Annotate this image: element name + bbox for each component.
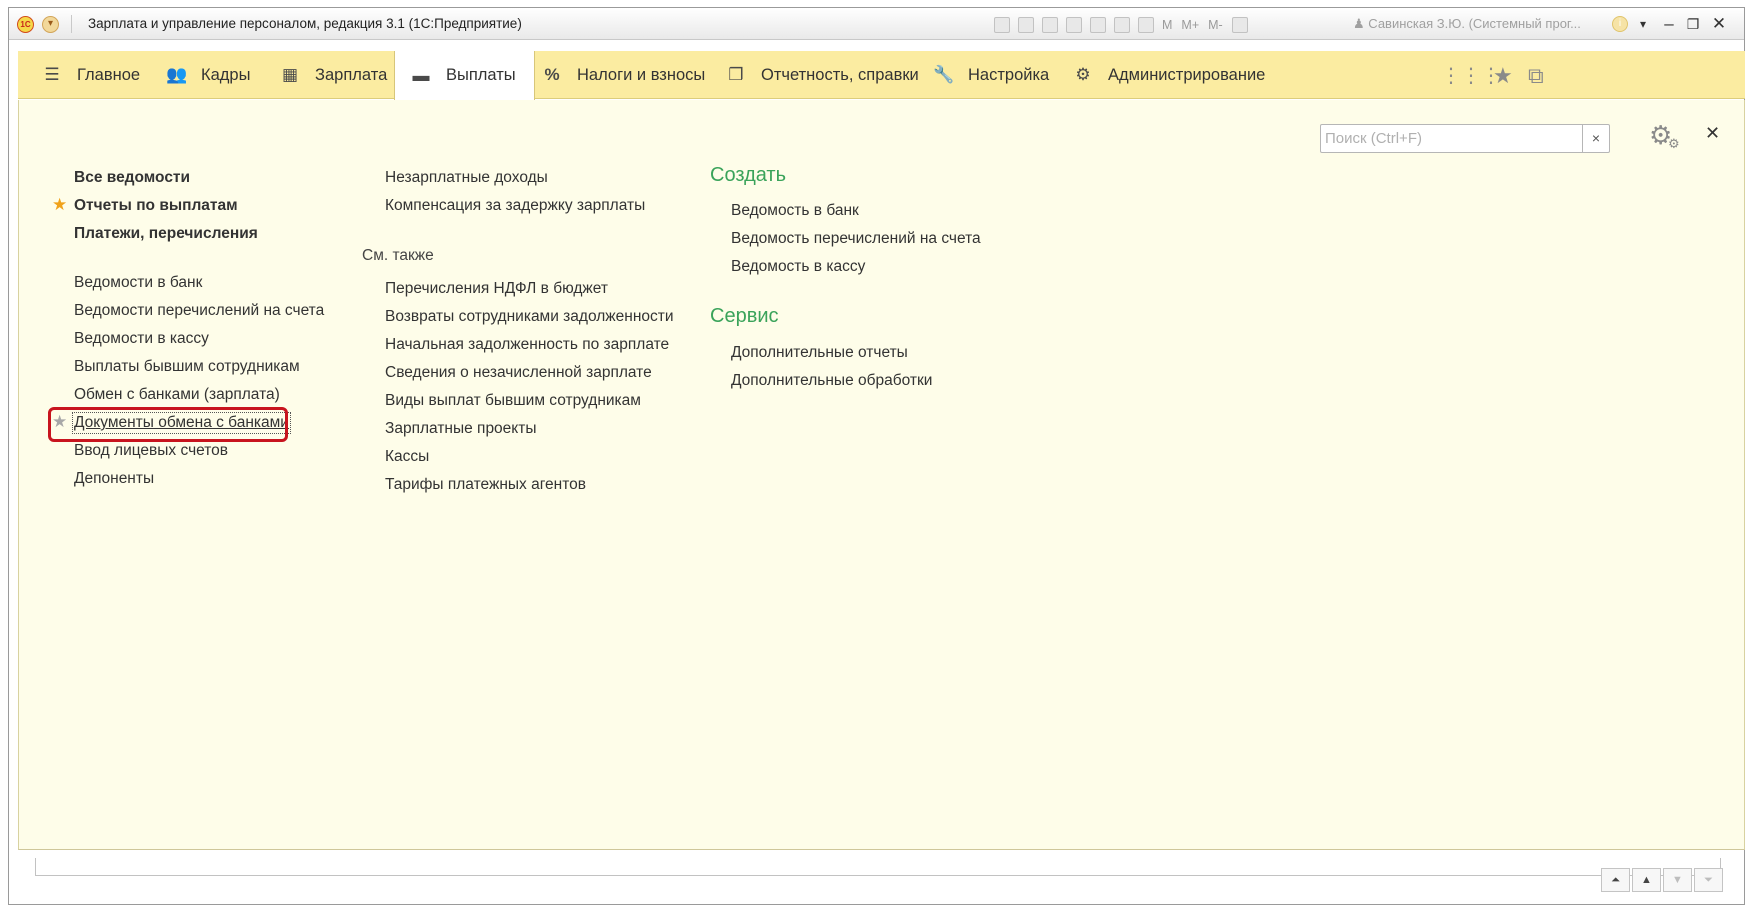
link-cash-desks[interactable]: Кассы — [385, 448, 429, 466]
link-payment-reports[interactable]: Отчеты по выплатам — [74, 197, 238, 215]
preview-icon[interactable] — [1042, 16, 1058, 33]
scroll-down-icon[interactable]: ▼ — [1663, 868, 1692, 892]
link-salary-projects[interactable]: Зарплатные проекты — [385, 420, 537, 438]
hamburger-icon: ☰ — [44, 65, 60, 84]
link-personal-accounts-input[interactable]: Ввод лицевых счетов — [74, 442, 228, 460]
section-nalogi[interactable]: % Налоги и взносы — [542, 51, 705, 99]
link-uncredited-salary[interactable]: Сведения о незачисленной зарплате — [385, 364, 652, 382]
section-label: Настройка — [968, 65, 1050, 84]
favorites-icon[interactable] — [1066, 16, 1082, 33]
section-panel: ☰ Главное 👥 Кадры ▦ Зарплата ▬ Выплаты % Нало… — [18, 51, 1745, 100]
reports-icon: ❒ — [728, 65, 744, 84]
restore-button[interactable]: ❐ — [1683, 12, 1703, 36]
wallet-icon: ▬ — [412, 65, 430, 85]
minimize-button[interactable]: – — [1659, 12, 1679, 36]
panels-icon[interactable] — [1231, 16, 1248, 33]
section-nastroyka[interactable]: 🔧 Настройка — [933, 51, 1049, 99]
memory-minus-button[interactable]: M- — [1208, 18, 1223, 32]
section-otchetnost[interactable]: ❒ Отчетность, справки — [726, 51, 919, 99]
link-create-accounts-statement[interactable]: Ведомость перечислений на счета — [731, 230, 981, 248]
link-statements-cash[interactable]: Ведомости в кассу — [74, 330, 209, 348]
section-kadry[interactable]: 👥 Кадры — [166, 51, 250, 99]
link-non-salary-income[interactable]: Незарплатные доходы — [385, 169, 548, 187]
search-input[interactable] — [1325, 125, 1575, 152]
memory-plus-button[interactable]: M+ — [1181, 18, 1199, 32]
save-icon[interactable] — [994, 16, 1010, 33]
link-bank-exchange[interactable]: Обмен с банками (зарплата) — [74, 386, 280, 404]
section-label: Отчетность, справки — [761, 65, 919, 84]
title-separator — [71, 15, 72, 33]
calculator-icon: ▦ — [281, 65, 299, 84]
link-all-statements[interactable]: Все ведомости — [74, 169, 190, 187]
link-depositors[interactable]: Депоненты — [74, 470, 154, 488]
service-header: Сервис — [710, 305, 779, 327]
section-label: Зарплата — [315, 65, 388, 84]
section-content: × ⚙ ⚙ ✕ Все ведомости ★ Отчеты по выплат… — [18, 100, 1745, 850]
current-user[interactable]: ♟ Савинская З.Ю. (Системный прог... — [1353, 16, 1605, 32]
close-window-button[interactable]: ✕ — [1709, 12, 1729, 36]
link-statements-bank[interactable]: Ведомости в банк — [74, 274, 202, 292]
favorites-star-icon[interactable]: ★ — [1493, 63, 1513, 89]
link-initial-debt[interactable]: Начальная задолженность по зарплате — [385, 336, 669, 354]
section-label: Кадры — [201, 65, 251, 84]
all-functions-icon[interactable]: ⋮⋮⋮ — [1441, 63, 1501, 88]
scroll-nav-buttons: ⏶ ▲ ▼ ⏷ — [1601, 868, 1725, 892]
info-icon[interactable]: i — [1612, 16, 1628, 32]
gear-icon: ⚙ — [1075, 65, 1091, 84]
calendar-icon[interactable] — [1138, 16, 1154, 33]
clear-search-icon[interactable]: × — [1582, 125, 1609, 152]
search-box: × — [1320, 124, 1610, 153]
link-create-bank-statement[interactable]: Ведомость в банк — [731, 202, 859, 220]
link-former-payment-types[interactable]: Виды выплат бывшим сотрудникам — [385, 392, 641, 410]
link-additional-reports[interactable]: Дополнительные отчеты — [731, 344, 908, 362]
scroll-bottom-icon[interactable]: ⏷ — [1694, 868, 1723, 892]
1c-logo-icon[interactable]: 1С — [17, 16, 34, 33]
link-payments-transfers[interactable]: Платежи, перечисления — [74, 225, 258, 243]
link-ndfl-transfers[interactable]: Перечисления НДФЛ в бюджет — [385, 280, 608, 298]
section-glavnoe[interactable]: ☰ Главное — [42, 51, 140, 99]
link-debt-returns[interactable]: Возвраты сотрудниками задолженности — [385, 308, 674, 326]
link-delay-compensation[interactable]: Компенсация за задержку зарплаты — [385, 197, 645, 215]
bottom-panel — [35, 858, 1721, 876]
link-former-employee-payments[interactable]: Выплаты бывшим сотрудникам — [74, 358, 300, 376]
calculator-tool-icon[interactable] — [1114, 16, 1130, 33]
history-icon[interactable] — [1090, 16, 1106, 33]
history-panel-icon[interactable]: ⧉ — [1528, 63, 1544, 89]
section-vyplaty[interactable]: ▬ Выплаты — [394, 51, 535, 100]
percent-icon: % — [544, 65, 560, 84]
scroll-top-icon[interactable]: ⏶ — [1601, 868, 1630, 892]
people-icon: 👥 — [166, 65, 188, 84]
create-header: Создать — [710, 164, 787, 186]
section-zarplata[interactable]: ▦ Зарплата — [280, 51, 387, 99]
link-additional-processing[interactable]: Дополнительные обработки — [731, 372, 932, 390]
app-window: 1С ▾ Зарплата и управление персоналом, р… — [8, 7, 1745, 905]
highlight-frame — [48, 407, 288, 442]
see-also-header: См. также — [362, 247, 434, 264]
link-agent-tariffs[interactable]: Тарифы платежных агентов — [385, 476, 586, 494]
window-title: Зарплата и управление персоналом, редакц… — [88, 16, 522, 31]
title-bar: 1С ▾ Зарплата и управление персоналом, р… — [9, 8, 1744, 40]
link-create-cash-statement[interactable]: Ведомость в кассу — [731, 258, 865, 276]
link-statements-accounts[interactable]: Ведомости перечислений на счета — [74, 302, 324, 320]
section-administrirovanie[interactable]: ⚙ Администрирование — [1073, 51, 1265, 99]
wrench-icon: 🔧 — [933, 65, 955, 84]
favorite-star-icon[interactable]: ★ — [52, 195, 67, 215]
section-label: Выплаты — [446, 66, 516, 84]
section-label: Главное — [77, 65, 141, 84]
close-panel-button[interactable]: ✕ — [1705, 123, 1720, 144]
dropdown-arrow-icon[interactable]: ▾ — [1633, 12, 1653, 36]
user-icon: ♟ — [1353, 16, 1369, 31]
memory-m-button[interactable]: M — [1162, 18, 1172, 32]
title-toolbar: M M+ M- — [994, 15, 1256, 34]
section-label: Налоги и взносы — [577, 65, 706, 84]
user-name: Савинская З.Ю. (Системный прог... — [1368, 16, 1581, 31]
scroll-up-icon[interactable]: ▲ — [1632, 868, 1661, 892]
settings-gear-small-icon: ⚙ — [1668, 136, 1680, 151]
print-icon[interactable] — [1018, 16, 1034, 33]
section-label: Администрирование — [1108, 65, 1266, 84]
main-menu-icon[interactable]: ▾ — [42, 16, 59, 33]
